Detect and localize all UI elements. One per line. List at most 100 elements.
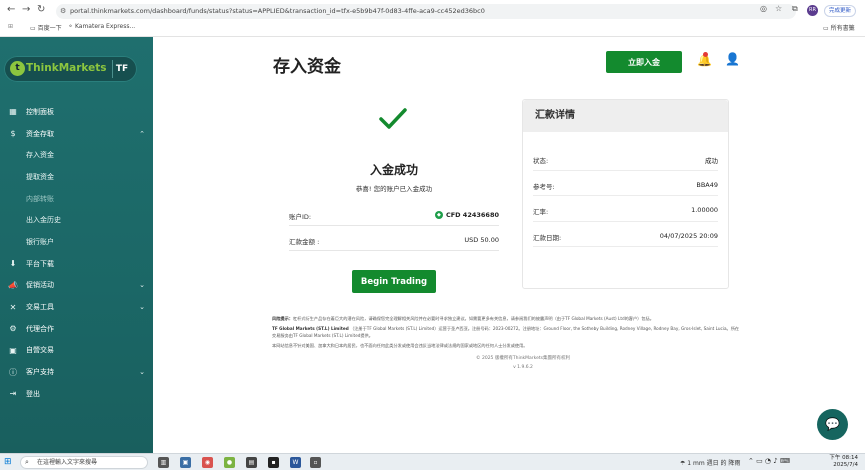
amount-label: 汇款金额 : — [289, 238, 320, 246]
chevron-down-icon: ⌄ — [139, 303, 145, 312]
bookmark-star-icon[interactable]: ☆ — [775, 4, 782, 13]
taskbar: ⊞ ⌕ 在這裡輸入文字來搜尋 ▥ ▣ ◉ ● ▤ ▪ W ▫ ☂ 1 mm 週日… — [0, 453, 865, 470]
detail-value: 1.00000 — [691, 206, 718, 214]
app-icon[interactable]: ▫ — [310, 457, 321, 468]
sidebar-item-label: 出入金历史 — [26, 216, 61, 225]
sidebar-item-downloads[interactable]: ⬇ 平台下载 — [0, 253, 153, 275]
profile-avatar[interactable]: RR — [807, 5, 818, 16]
brand-name: ThinkMarkets — [26, 62, 107, 74]
sidebar-item-label: 登出 — [26, 389, 40, 398]
deposit-now-button[interactable]: 立即入金 — [606, 51, 682, 73]
taskbar-search[interactable]: ⌕ 在這裡輸入文字來搜尋 — [20, 456, 148, 469]
sidebar-item-deposit[interactable]: 存入资金 — [0, 144, 153, 166]
details-title: 汇款详情 — [523, 100, 728, 132]
detail-row: 参考号: BBA49 — [533, 171, 718, 196]
sidebar-item-label: 提取资金 — [26, 172, 54, 181]
thinkmarkets-logo-icon: t — [10, 61, 25, 76]
site-info-icon[interactable]: ⚙ — [60, 4, 66, 19]
app-icon[interactable]: ▣ — [180, 457, 191, 468]
detail-label: 参考号: — [533, 182, 555, 191]
bookmark-label: 百度一下 — [37, 25, 62, 32]
sidebar-item-label: 自營交易 — [26, 346, 54, 355]
sidebar-item-trading-tools[interactable]: ✕ 交易工具 ⌄ — [0, 296, 153, 318]
main-content: 存入资金 立即入金 🔔 👤 入金成功 恭喜! 您的账户已入金成功 账户ID: ◆… — [153, 37, 865, 453]
begin-trading-button[interactable]: Begin Trading — [352, 270, 436, 293]
bookmark-item[interactable]: ▭ 百度一下 — [30, 23, 62, 32]
sidebar-item-logout[interactable]: ⇥ 登出 — [0, 383, 153, 405]
forward-icon[interactable]: → — [22, 4, 30, 15]
version: v 1.9.6.2 — [513, 365, 533, 370]
bookmark-item[interactable]: ⚬ Kamatera Express... — [68, 23, 135, 30]
account-label: 账户ID: — [289, 213, 312, 221]
reload-icon[interactable]: ↻ — [37, 4, 45, 15]
detail-row: 汇率: 1.00000 — [533, 196, 718, 222]
sidebar-item-prop-trading[interactable]: ▣ 自營交易 — [0, 340, 153, 362]
all-bookmarks[interactable]: ▭ 所有書籤 — [823, 23, 855, 32]
bell-icon[interactable]: 🔔 — [697, 52, 712, 67]
chrome-icon[interactable]: ◉ — [202, 457, 213, 468]
sidebar-item-dashboard[interactable]: ▦ 控制面板 — [0, 101, 153, 123]
brand-logo[interactable]: t ThinkMarkets TF — [4, 56, 137, 82]
weather-widget[interactable]: ☂ 1 mm 週日 的 降雨 — [680, 458, 740, 467]
success-title: 入金成功 — [369, 163, 418, 177]
sidebar-item-funds[interactable]: $ 资金存取 ⌃ — [0, 123, 153, 145]
app-icon[interactable]: ● — [224, 457, 235, 468]
clock-time: 下午 08:14 — [829, 455, 858, 461]
disclaimer: 风险提示：杠杆式衍生产品存在着巨大的潜在风险，请确保您完全理解相关风险并在必要时… — [272, 315, 742, 349]
chat-support-button[interactable]: 💬 — [817, 409, 848, 440]
detail-row: 状态: 成功 — [533, 145, 718, 171]
page-title: 存入资金 — [273, 57, 341, 77]
info-icon: ⓘ — [9, 367, 17, 377]
sidebar-item-label: 平台下载 — [26, 259, 54, 268]
sidebar-item-partnership[interactable]: ⚙ 代理合作 — [0, 318, 153, 340]
user-icon[interactable]: 👤 — [725, 52, 740, 66]
system-tray[interactable]: ⌃ ▭ ◔ ♪ ⌨ — [748, 457, 790, 465]
search-icon: ⌕ — [25, 458, 29, 466]
update-button[interactable]: 完成更新 — [824, 5, 857, 17]
app-icon[interactable]: ▪ — [268, 457, 279, 468]
apps-icon[interactable]: ⊞ — [8, 23, 13, 30]
amount-value: USD 50.00 — [464, 236, 499, 244]
sidebar-item-label: 银行账户 — [26, 237, 54, 246]
detail-row: 汇款日期: 04/07/2025 20:09 — [533, 222, 718, 247]
url-text: portal.thinkmarkets.com/dashboard/funds/… — [70, 7, 485, 15]
sidebar-item-bank-accounts[interactable]: 银行账户 — [0, 231, 153, 253]
all-bookmarks-label: 所有書籤 — [830, 25, 855, 32]
notification-dot — [703, 52, 708, 57]
sidebar-item-label: 存入资金 — [26, 151, 54, 160]
sidebar-item-internal-transfer[interactable]: 内部转账 — [0, 188, 153, 210]
task-view-icon[interactable]: ▥ — [158, 457, 169, 468]
bookmark-label: Kamatera Express... — [74, 23, 136, 30]
sidebar-item-withdraw[interactable]: 提取资金 — [0, 166, 153, 188]
risk-warning: 风险提示：杠杆式衍生产品存在着巨大的潜在风险，请确保您完全理解相关风险并在必要时… — [272, 315, 742, 322]
taskbar-search-placeholder: 在這裡輸入文字來搜尋 — [37, 459, 98, 466]
eye-off-icon[interactable]: ◎ — [760, 4, 767, 13]
amount-row: 汇款金额 : USD 50.00 — [289, 227, 499, 251]
account-value: CFD 42436680 — [445, 211, 499, 219]
risk-warning-lead: 风险提示： — [272, 316, 293, 321]
sidebar-item-support[interactable]: ⓘ 客户支持 ⌄ — [0, 361, 153, 383]
detail-label: 汇款日期: — [533, 233, 562, 242]
risk-warning-text: 杠杆式衍生产品存在着巨大的潜在风险，请确保您完全理解相关风险并在必要时寻求独立建… — [292, 316, 654, 321]
back-icon[interactable]: ← — [7, 4, 15, 15]
account-row: 账户ID: ◆ CFD 42436680 — [289, 202, 499, 226]
megaphone-icon: 📣 — [8, 280, 18, 290]
chevron-down-icon: ⌄ — [139, 368, 145, 377]
sidebar-item-promotions[interactable]: 📣 促销活动 ⌄ — [0, 275, 153, 297]
extensions-icon[interactable]: ⧉ — [792, 4, 798, 14]
taskbar-clock[interactable]: 下午 08:14 2025/7/4 — [808, 455, 858, 469]
address-bar[interactable]: ⚙ portal.thinkmarkets.com/dashboard/fund… — [56, 4, 796, 19]
app-icon[interactable]: ▤ — [246, 457, 257, 468]
funds-icon: $ — [10, 129, 16, 139]
entity-info: TF Global Markets (ST.L) Limited （注册于TF … — [272, 325, 742, 339]
sidebar-item-label: 客户支持 — [26, 368, 54, 377]
word-icon[interactable]: W — [290, 457, 301, 468]
detail-value: BBA49 — [696, 180, 718, 189]
dashboard-icon: ▦ — [9, 107, 17, 117]
tf-brand-mark: TF — [112, 60, 131, 78]
sidebar-item-history[interactable]: 出入金历史 — [0, 209, 153, 231]
windows-start-icon[interactable]: ⊞ — [4, 457, 12, 467]
entity-name: TF Global Markets (ST.L) Limited — [272, 326, 349, 331]
account-value-wrap: ◆ CFD 42436680 — [434, 211, 499, 219]
sidebar: t ThinkMarkets TF ▦ 控制面板 $ 资金存取 ⌃ 存入资金 提取资金… — [0, 37, 153, 453]
